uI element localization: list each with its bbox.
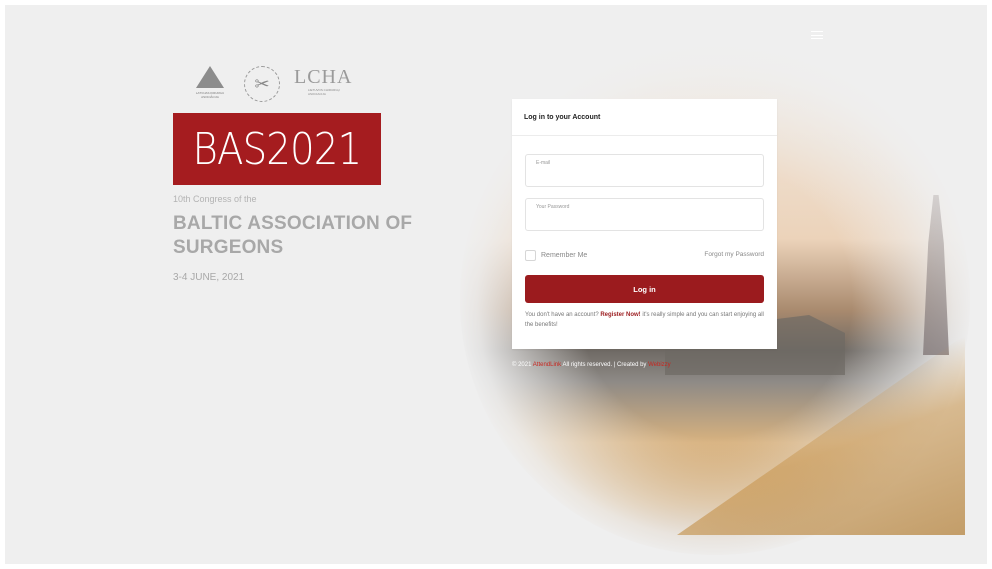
lcha-logo-mark: LCHA	[294, 66, 353, 88]
menu-icon[interactable]	[811, 31, 823, 39]
footer-creator-link[interactable]: Webizzy	[648, 362, 671, 368]
lcha-logo: LCHA LIETUVOS CHIRURGŲ ASOCIACIJA	[294, 66, 354, 100]
register-link[interactable]: Register Now!	[600, 312, 640, 318]
password-label: Your Password	[536, 204, 570, 210]
login-heading: Log in to your Account	[512, 99, 777, 136]
forgot-password-link[interactable]: Forgot my Password	[704, 251, 764, 258]
brand-title: BAS2021	[192, 123, 363, 175]
las-logo: LATVIJAS ĶIRURGU ASOCIĀCIJA	[190, 66, 230, 102]
page-background	[5, 5, 987, 564]
email-field[interactable]: E-mail	[525, 154, 764, 187]
las-logo-caption: LATVIJAS ĶIRURGU ASOCIĀCIJA	[195, 91, 225, 99]
footer-rights: All rights reserved. | Created by	[562, 362, 647, 368]
brand-banner: BAS2021	[173, 113, 381, 185]
scissors-seal-icon: ✂	[244, 66, 280, 102]
lcha-logo-caption: LIETUVOS CHIRURGŲ ASOCIACIJA	[308, 88, 340, 96]
footer-brand-link[interactable]: AttendLink	[533, 362, 561, 368]
register-prefix: You don't have an account?	[525, 312, 599, 318]
password-field[interactable]: Your Password	[525, 198, 764, 231]
email-label: E-mail	[536, 160, 551, 166]
partner-logos: LATVIJAS ĶIRURGU ASOCIĀCIJA ✂ LCHA LIETU…	[190, 66, 354, 102]
organization-line-1: BALTIC ASSOCIATION OF	[173, 213, 413, 234]
event-date: 3-4 JUNE, 2021	[173, 272, 245, 283]
remember-me-label: Remember Me	[541, 252, 588, 259]
password-input[interactable]	[535, 213, 754, 224]
congress-subtitle: 10th Congress of the	[173, 194, 257, 204]
login-button[interactable]: Log in	[525, 275, 764, 303]
organization-name: BALTIC ASSOCIATION OF SURGEONS	[173, 212, 433, 260]
footer-copyright: © 2021	[512, 362, 532, 368]
login-card: Log in to your Account E-mail Your Passw…	[512, 99, 777, 349]
remember-me-checkbox[interactable]	[525, 250, 536, 261]
organization-line-2: SURGEONS	[173, 237, 284, 258]
email-input[interactable]	[535, 169, 754, 180]
register-prompt: You don't have an account? Register Now!…	[525, 311, 765, 330]
footer: © 2021 AttendLink All rights reserved. |…	[512, 362, 671, 368]
remember-me[interactable]: Remember Me	[525, 250, 587, 261]
